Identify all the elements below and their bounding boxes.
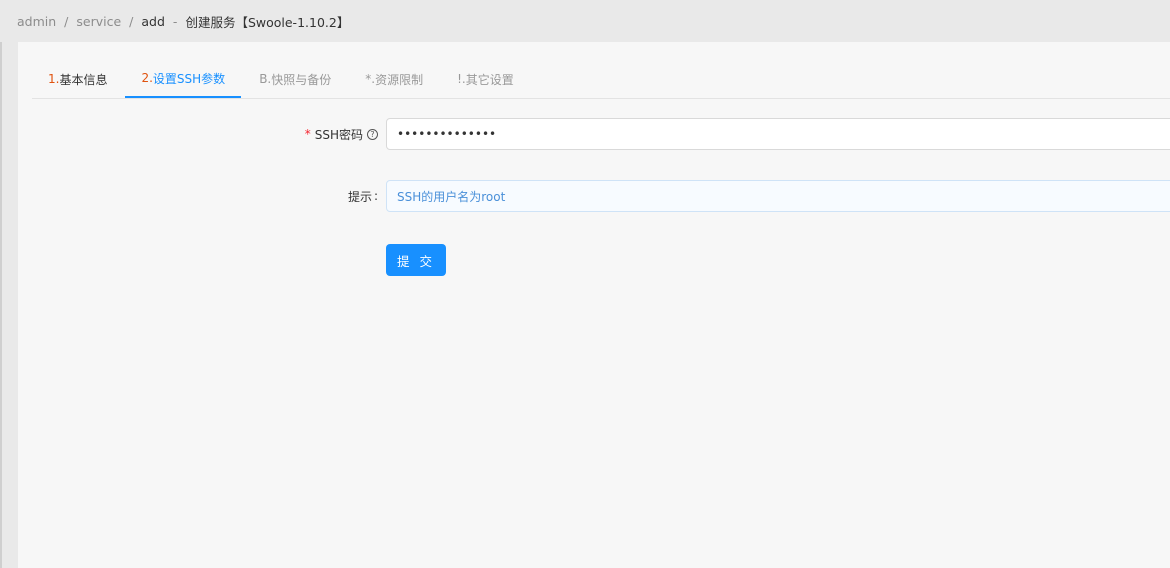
breadcrumb-service[interactable]: service: [76, 14, 121, 29]
breadcrumb-dash: -: [172, 13, 178, 29]
ssh-password-row: * SSH密码 ?: [18, 118, 1170, 150]
ssh-password-label-text: SSH密码: [314, 127, 363, 142]
tab-number: *.: [365, 72, 376, 86]
tab-basic-info[interactable]: 1. 基本信息: [32, 60, 123, 98]
breadcrumb: admin / service / add - 创建服务【Swoole-1.10…: [0, 0, 1170, 42]
hint-label-text: 提示: [347, 189, 372, 204]
tab-label: 设置SSH参数: [152, 71, 226, 86]
tab-other-settings[interactable]: !. 其它设置: [441, 60, 530, 98]
breadcrumb-separator: /: [64, 13, 69, 29]
tab-resource-limits[interactable]: *. 资源限制: [349, 60, 439, 98]
hint-label-colon: :: [373, 189, 378, 203]
hint-row: 提示: SSH的用户名为root: [18, 180, 1170, 212]
tab-label: 快照与备份: [271, 72, 332, 87]
tab-label: 资源限制: [375, 72, 424, 87]
step-tabs: 1. 基本信息 2. 设置SSH参数 B. 快照与备份 *. 资源限制 !. 其它设置: [32, 60, 1170, 99]
question-circle-icon[interactable]: ?: [367, 128, 378, 140]
tab-label: 其它设置: [465, 72, 514, 87]
tab-number: 1.: [48, 72, 60, 86]
hint-label: 提示:: [348, 180, 378, 212]
tab-snapshot-backup[interactable]: B. 快照与备份: [243, 60, 347, 98]
left-divider: [0, 42, 2, 568]
tab-label: 基本信息: [59, 72, 108, 87]
page-title: 创建服务【Swoole-1.10.2】: [185, 14, 350, 30]
breadcrumb-add: add: [141, 13, 165, 29]
tab-number: !.: [457, 72, 466, 86]
tab-number: 2.: [141, 71, 153, 85]
breadcrumb-separator: /: [129, 13, 134, 29]
hint-field: SSH的用户名为root: [386, 180, 1170, 212]
breadcrumb-admin[interactable]: admin: [17, 14, 56, 29]
tab-ssh-settings[interactable]: 2. 设置SSH参数: [125, 60, 242, 98]
ssh-password-label: * SSH密码 ?: [305, 118, 378, 150]
tab-number: B.: [259, 72, 272, 86]
app-window: admin / service / add - 创建服务【Swoole-1.10…: [0, 0, 1170, 568]
required-mark: *: [304, 127, 311, 141]
main-content: 1. 基本信息 2. 设置SSH参数 B. 快照与备份 *. 资源限制 !. 其它设置 *…: [18, 42, 1170, 568]
ssh-password-field[interactable]: [386, 118, 1170, 150]
submit-button[interactable]: 提 交: [386, 244, 446, 276]
